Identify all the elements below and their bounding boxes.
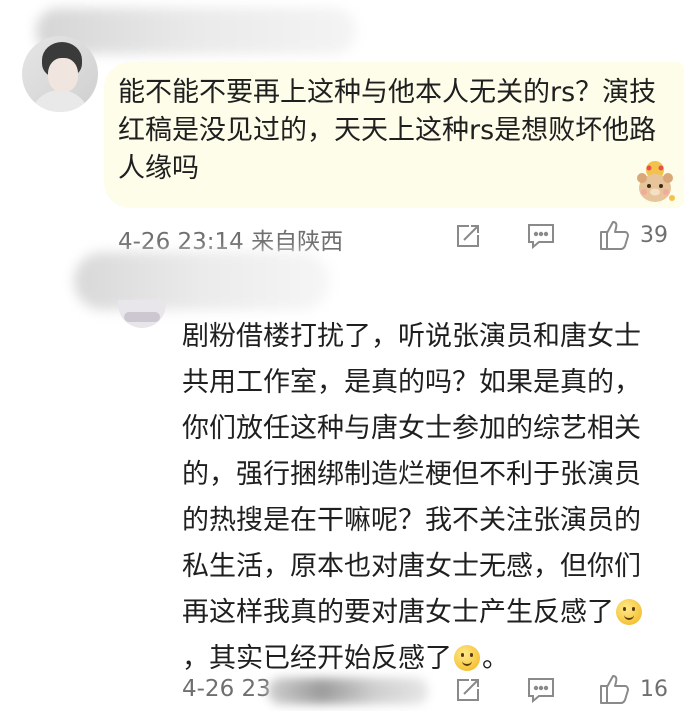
thumbs-up-icon <box>600 675 629 704</box>
share-icon <box>457 225 479 247</box>
bear-sticker <box>637 161 675 202</box>
comment-text-part: ，其实已经开始反感了 <box>182 643 452 674</box>
comment-text: 能不能不要再上这种与他本人无关的rs？演技红稿是没见过的，天天上这种rs是想败坏… <box>118 77 657 184</box>
like-button[interactable]: 16 <box>598 672 668 706</box>
thumbs-up-icon <box>600 221 629 250</box>
location-blurred <box>268 678 428 704</box>
comment-meta: 4-26 23:14 来自陕西 <box>118 222 343 256</box>
comment-text: 剧粉借楼打扰了，听说张演员和唐女士共用工作室，是真的吗？如果是真的，你们放任这种… <box>182 314 652 682</box>
share-button[interactable] <box>454 222 482 250</box>
like-count: 16 <box>640 676 668 702</box>
smile-emoji <box>616 599 642 625</box>
share-icon <box>457 679 479 701</box>
comment-text-part: 。 <box>482 643 509 674</box>
smile-emoji <box>454 645 480 671</box>
share-button[interactable] <box>454 676 482 704</box>
comment-icon <box>528 224 554 250</box>
username-blurred <box>74 252 330 310</box>
like-button[interactable]: 39 <box>598 218 668 252</box>
comment-icon <box>528 678 554 704</box>
comment-button[interactable] <box>526 222 556 250</box>
comment-text-part: 剧粉借楼打扰了，听说张演员和唐女士共用工作室，是真的吗？如果是真的，你们放任这种… <box>182 321 641 628</box>
like-count: 39 <box>640 222 668 248</box>
avatar[interactable] <box>22 36 98 112</box>
avatar[interactable] <box>118 300 166 328</box>
comment-time: 4-26 23 <box>182 676 271 702</box>
comment-button[interactable] <box>526 676 556 704</box>
